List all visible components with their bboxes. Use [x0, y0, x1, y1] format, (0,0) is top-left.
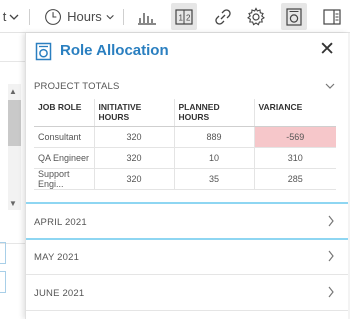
chevron-down-icon	[325, 83, 335, 89]
role-allocation-button[interactable]	[281, 3, 307, 30]
clock-icon	[45, 8, 61, 25]
panel-header: Role Allocation ✕	[26, 33, 349, 69]
table-row: QA Engineer 320 10 310	[34, 147, 336, 169]
month-row-june[interactable]: JUNE 2021	[26, 276, 349, 310]
panel-title: Role Allocation	[60, 42, 169, 59]
job-role-cell: Consultant	[34, 126, 95, 148]
chevron-right-icon	[328, 286, 334, 298]
planned-hours-cell: 889	[174, 126, 255, 148]
initiative-hours-cell: 320	[94, 147, 175, 169]
panel-toggle-button[interactable]	[319, 0, 345, 33]
view-dropdown[interactable]: t	[0, 0, 22, 33]
variance-cell: 285	[254, 168, 336, 190]
month-label: MAY 2021	[34, 252, 80, 263]
initiative-hours-cell: 320	[94, 126, 175, 148]
month-label: APRIL 2021	[34, 217, 87, 228]
close-icon[interactable]: ✕	[319, 38, 335, 62]
gear-icon	[247, 6, 265, 25]
column-header-initiative-hours: INITIATIVE HOURS	[94, 99, 175, 127]
project-totals-table: JOB ROLE INITIATIVE HOURS PLANNED HOURS …	[34, 99, 336, 190]
job-role-cell: QA Engineer	[34, 147, 95, 169]
svg-text:2: 2	[186, 13, 191, 22]
month-row-may[interactable]: MAY 2021	[26, 240, 349, 274]
role-allocation-icon	[35, 42, 52, 61]
section-divider	[26, 202, 349, 204]
link-icon	[215, 8, 231, 25]
variance-cell-negative: -569	[254, 126, 336, 148]
table-row: Consultant 320 889 -569	[34, 126, 336, 148]
chevron-right-icon	[328, 250, 334, 262]
grid-line	[0, 61, 25, 62]
bar-chart-icon	[138, 12, 156, 25]
chevron-down-icon	[106, 14, 114, 19]
chevron-right-icon	[328, 215, 334, 227]
month-row-april[interactable]: APRIL 2021	[26, 205, 349, 239]
section-divider	[26, 274, 349, 275]
compare-icon: 12	[175, 8, 193, 25]
table-row: Support Engi... 320 35 285	[34, 168, 336, 190]
column-header-variance: VARIANCE	[254, 99, 336, 127]
toolbar-separator	[29, 9, 30, 25]
view-dropdown-label: t	[2, 9, 7, 24]
planned-hours-cell: 35	[174, 168, 255, 190]
compare-view-button[interactable]: 12	[171, 3, 197, 30]
initiative-hours-cell: 320	[94, 168, 175, 190]
column-header-job-role: JOB ROLE	[34, 99, 95, 127]
scroll-down-arrow[interactable]: ▼	[9, 200, 17, 208]
time-unit-label: Hours	[67, 9, 102, 24]
link-button[interactable]	[210, 0, 236, 33]
project-totals-label: PROJECT TOTALS	[34, 81, 120, 92]
chevron-down-icon	[9, 14, 19, 20]
role-allocation-icon	[286, 7, 302, 26]
role-allocation-panel: Role Allocation ✕ PROJECT TOTALS JOB ROL…	[25, 33, 349, 319]
time-unit-dropdown[interactable]: Hours	[44, 0, 114, 33]
column-header-planned-hours: PLANNED HOURS	[174, 99, 255, 127]
table-header-row: JOB ROLE INITIATIVE HOURS PLANNED HOURS …	[34, 99, 336, 127]
job-role-cell: Support Engi...	[34, 168, 95, 190]
background-scrollbar-thumb[interactable]	[8, 100, 21, 146]
svg-text:1: 1	[179, 13, 184, 22]
settings-button[interactable]	[243, 0, 269, 33]
section-divider	[26, 310, 349, 311]
month-label: JUNE 2021	[34, 288, 85, 299]
planned-hours-cell: 10	[174, 147, 255, 169]
variance-cell: 310	[254, 147, 336, 169]
toolbar-separator	[123, 9, 124, 25]
panel-toggle-icon	[323, 8, 341, 25]
toolbar: t Hours 12	[0, 0, 350, 33]
background-cell	[0, 271, 6, 293]
chart-view-button[interactable]	[134, 0, 160, 33]
background-cell	[0, 242, 6, 264]
project-totals-header[interactable]: PROJECT TOTALS	[26, 77, 349, 97]
scroll-up-arrow[interactable]: ▲	[9, 88, 17, 96]
